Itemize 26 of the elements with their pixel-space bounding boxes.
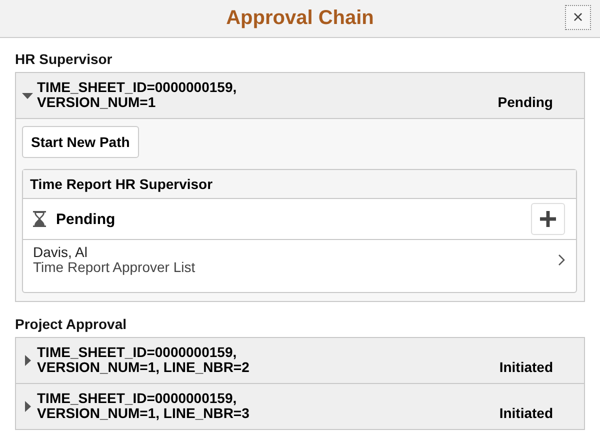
approver-row[interactable]: Davis, Al Time Report Approver List [23,240,576,292]
transaction-keys: TIME_SHEET_ID=0000000159, VERSION_NUM=1 [37,80,498,110]
section-title: HR Supervisor [15,51,114,67]
plus-icon [540,211,556,227]
caret-right-icon [22,401,33,412]
approval-status: Initiated [499,360,553,375]
transaction-keys: TIME_SHEET_ID=0000000159, VERSION_NUM=1, LINE_NBR=2 [37,345,500,375]
approval-item-header[interactable]: TIME_SHEET_ID=0000000159, VERSION_NUM=1 Pending [16,73,584,118]
approval-status: Initiated [499,406,553,421]
approval-item-header[interactable]: TIME_SHEET_ID=0000000159, VERSION_NUM=1, LINE_NBR=2 Initiated [16,338,584,383]
approval-item-header[interactable]: TIME_SHEET_ID=0000000159, VERSION_NUM=1, LINE_NBR=3 Initiated [16,383,584,429]
add-approver-button[interactable] [531,203,565,235]
approval-status: Pending [498,95,553,110]
step-title: Time Report HR Supervisor [23,170,576,199]
transaction-keys: TIME_SHEET_ID=0000000159, VERSION_NUM=1, LINE_NBR=3 [37,391,500,421]
approver-name: Davis, Al [33,245,88,260]
approver-list: Time Report Approver List [33,260,558,275]
step-status: Pending [56,210,116,228]
hourglass-icon [33,211,46,227]
window-title: Approval Chain [226,7,374,30]
close-button[interactable]: × [565,5,591,30]
chevron-right-icon [558,254,565,266]
caret-down-icon [22,90,33,101]
section-title: Project Approval [15,316,128,332]
caret-right-icon [22,355,33,366]
start-new-path-button[interactable]: Start New Path [22,126,139,158]
